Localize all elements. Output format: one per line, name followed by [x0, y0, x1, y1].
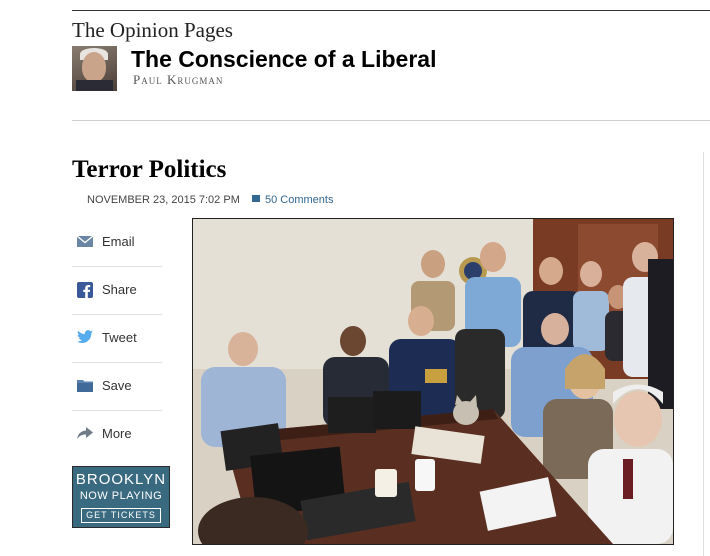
save-button[interactable]: Save [72, 362, 162, 411]
more-label: More [102, 426, 132, 441]
ad-subtitle: NOW PLAYING [79, 490, 163, 502]
article-photo [192, 218, 674, 545]
save-label: Save [102, 378, 132, 393]
share-email-button[interactable]: Email [72, 218, 162, 267]
author-photo [72, 46, 117, 91]
top-rule [72, 10, 710, 11]
article-headline: Terror Politics [72, 156, 227, 183]
article-date: NOVEMBER 23, 2015 7:02 PM [87, 194, 240, 206]
author-byline[interactable]: Paul Krugman [133, 72, 223, 88]
comment-bubble-icon [252, 195, 260, 202]
share-facebook-label: Share [102, 282, 137, 297]
facebook-icon [77, 282, 93, 298]
share-facebook-button[interactable]: Share [72, 266, 162, 315]
situation-room-photo [193, 219, 673, 544]
more-button[interactable]: More [72, 410, 162, 458]
blog-title[interactable]: The Conscience of a Liberal [131, 46, 436, 73]
column-divider [703, 152, 704, 556]
folder-icon [77, 380, 93, 392]
header-divider [72, 120, 710, 121]
section-name[interactable]: The Opinion Pages [72, 18, 233, 43]
share-arrow-icon [77, 427, 93, 439]
twitter-icon [77, 330, 93, 343]
ad-title: BROOKLYN [75, 471, 167, 488]
share-twitter-label: Tweet [102, 330, 137, 345]
envelope-icon [77, 235, 93, 247]
comments-link[interactable]: 50 Comments [252, 194, 333, 206]
share-email-label: Email [102, 234, 135, 249]
share-twitter-button[interactable]: Tweet [72, 314, 162, 363]
brooklyn-ad[interactable]: BROOKLYN NOW PLAYING GET TICKETS [72, 466, 170, 528]
ad-cta-button[interactable]: GET TICKETS [81, 508, 161, 523]
comments-count[interactable]: 50 Comments [265, 194, 333, 206]
